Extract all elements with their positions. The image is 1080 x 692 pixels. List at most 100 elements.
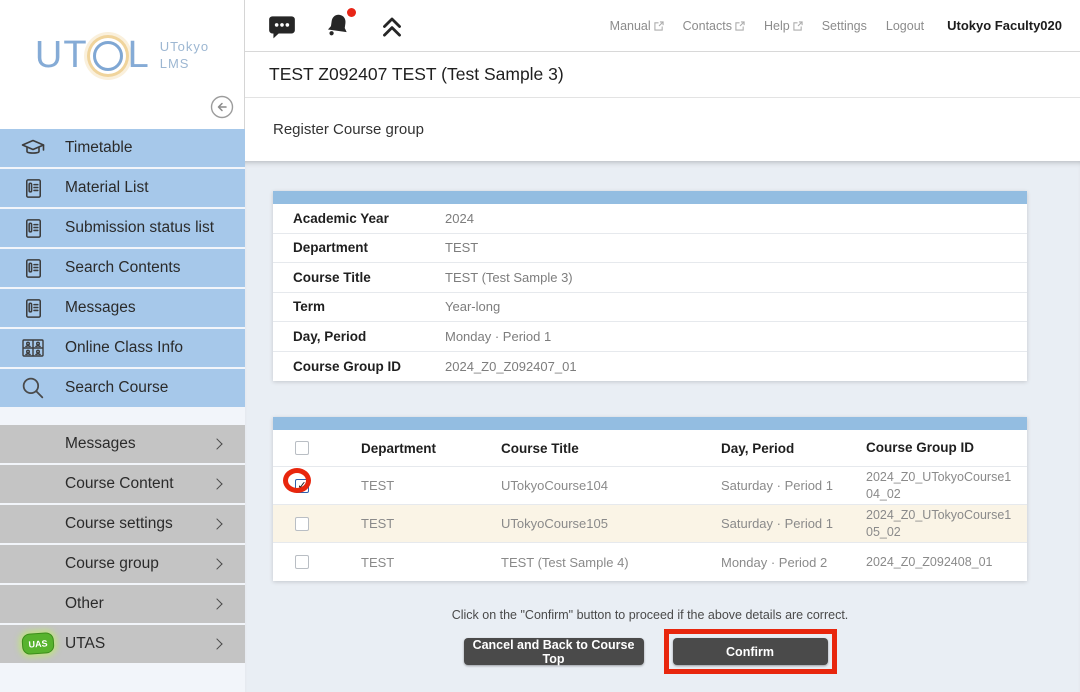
cell-course-title: UTokyoCourse105 bbox=[501, 516, 721, 531]
logo-o-ring bbox=[93, 41, 123, 71]
manual-link-label: Manual bbox=[610, 19, 651, 33]
logout-link[interactable]: Logout bbox=[886, 19, 924, 33]
table-header-bar bbox=[273, 191, 1027, 204]
sidebar-item-course-group[interactable]: Course group bbox=[0, 545, 245, 583]
sidebar-item-label: Search Course bbox=[65, 379, 168, 397]
clipboard-icon bbox=[19, 294, 47, 322]
sidebar-item-submission-status-list[interactable]: Submission status list bbox=[0, 209, 245, 247]
username[interactable]: Utokyo Faculty020 bbox=[947, 18, 1062, 33]
settings-link[interactable]: Settings bbox=[822, 19, 867, 33]
logo-subtitle: UTokyo LMS bbox=[160, 39, 209, 72]
sidebar-item-timetable[interactable]: Timetable bbox=[0, 129, 245, 167]
external-link-icon bbox=[735, 21, 745, 31]
detail-row: Course Title TEST (Test Sample 3) bbox=[273, 263, 1027, 293]
row-checkbox[interactable]: ✓ bbox=[295, 479, 309, 493]
detail-label: Academic Year bbox=[273, 211, 445, 226]
contacts-link[interactable]: Contacts bbox=[683, 19, 745, 33]
cell-department: TEST bbox=[361, 516, 501, 531]
table-row: TEST TEST (Test Sample 4) Monday · Perio… bbox=[273, 543, 1027, 581]
detail-row: Department TEST bbox=[273, 234, 1027, 264]
sidebar-nav: Timetable Material List Submission sta bbox=[0, 129, 245, 665]
search-icon bbox=[19, 374, 47, 402]
external-link-icon bbox=[793, 21, 803, 31]
graduation-cap-icon bbox=[19, 134, 47, 162]
course-header-bar: TEST Z092407 TEST (Test Sample 3) bbox=[245, 52, 1080, 98]
row-checkbox[interactable] bbox=[295, 555, 309, 569]
sidebar-collapse-button[interactable] bbox=[210, 95, 234, 119]
sidebar-item-material-list[interactable]: Material List bbox=[0, 169, 245, 207]
sidebar-item-utas[interactable]: UAS UTAS bbox=[0, 625, 245, 663]
sidebar-item-label: Online Class Info bbox=[65, 339, 183, 357]
sidebar-item-label: Material List bbox=[65, 179, 149, 197]
cell-department: TEST bbox=[361, 478, 501, 493]
detail-row: Course Group ID 2024_Z0_Z092407_01 bbox=[273, 352, 1027, 382]
sidebar-item-label: UTAS bbox=[65, 635, 105, 653]
column-header-department: Department bbox=[361, 441, 501, 456]
chat-icon[interactable] bbox=[267, 12, 297, 40]
cell-day-period: Monday · Period 2 bbox=[721, 555, 866, 570]
sidebar-item-messages[interactable]: Messages bbox=[0, 289, 245, 327]
chevron-right-icon bbox=[211, 598, 222, 609]
sidebar-item-search-course[interactable]: Search Course bbox=[0, 369, 245, 407]
chevron-right-icon bbox=[211, 518, 222, 529]
detail-label: Course Title bbox=[273, 270, 445, 285]
detail-label: Term bbox=[273, 299, 445, 314]
contacts-link-label: Contacts bbox=[683, 19, 732, 33]
sidebar-item-label: Messages bbox=[65, 435, 136, 453]
sidebar-secondary-nav: Messages Course Content Course settings … bbox=[0, 425, 245, 663]
chevron-right-icon bbox=[211, 558, 222, 569]
sidebar-item-course-settings[interactable]: Course settings bbox=[0, 505, 245, 543]
detail-row: Academic Year 2024 bbox=[273, 204, 1027, 234]
sidebar-item-online-class-info[interactable]: Online Class Info bbox=[0, 329, 245, 367]
cell-day-period: Saturday · Period 1 bbox=[721, 516, 866, 531]
sidebar-item-label: Search Contents bbox=[65, 259, 180, 277]
course-details-table: Academic Year 2024 Department TEST Cours… bbox=[273, 191, 1027, 381]
page-title: Register Course group bbox=[273, 121, 424, 138]
detail-value: TEST (Test Sample 3) bbox=[445, 270, 573, 285]
table-row: TEST UTokyoCourse105 Saturday · Period 1… bbox=[273, 505, 1027, 543]
manual-link[interactable]: Manual bbox=[610, 19, 664, 33]
logo-text-left: UT bbox=[35, 34, 88, 77]
content-area: Academic Year 2024 Department TEST Cours… bbox=[245, 161, 1080, 692]
detail-value: TEST bbox=[445, 240, 478, 255]
button-row: Cancel and Back to Course Top Confirm bbox=[273, 629, 1027, 674]
sidebar-item-other[interactable]: Other bbox=[0, 585, 245, 623]
detail-row: Term Year-long bbox=[273, 293, 1027, 323]
help-link-label: Help bbox=[764, 19, 790, 33]
clipboard-icon bbox=[19, 174, 47, 202]
sidebar-item-messages-menu[interactable]: Messages bbox=[0, 425, 245, 463]
cell-day-period: Saturday · Period 1 bbox=[721, 478, 866, 493]
notifications-bell-icon[interactable] bbox=[323, 11, 353, 41]
sidebar-item-label: Submission status list bbox=[65, 219, 214, 237]
sidebar-item-search-contents[interactable]: Search Contents bbox=[0, 249, 245, 287]
row-checkbox[interactable] bbox=[295, 517, 309, 531]
collapse-double-chevron-up-icon[interactable] bbox=[379, 12, 405, 40]
clipboard-icon bbox=[19, 214, 47, 242]
clipboard-icon bbox=[19, 254, 47, 282]
detail-label: Day, Period bbox=[273, 329, 445, 344]
utol-logo: UT L bbox=[35, 34, 150, 77]
sidebar-item-course-content[interactable]: Course Content bbox=[0, 465, 245, 503]
cancel-button[interactable]: Cancel and Back to Course Top bbox=[464, 638, 644, 665]
sidebar-item-label: Other bbox=[65, 595, 104, 613]
select-all-checkbox[interactable] bbox=[295, 441, 309, 455]
cell-course-group-id: 2024_Z0_UTokyoCourse104_02 bbox=[866, 469, 1027, 502]
sidebar-item-label: Course group bbox=[65, 555, 159, 573]
grid-people-icon bbox=[19, 334, 47, 362]
column-header-course-title: Course Title bbox=[501, 441, 721, 456]
table-header-bar bbox=[273, 417, 1027, 430]
logo-text-right: L bbox=[128, 34, 150, 77]
cell-course-group-id: 2024_Z0_Z092408_01 bbox=[866, 554, 1027, 570]
notification-dot bbox=[347, 8, 356, 17]
detail-value: Year-long bbox=[445, 299, 500, 314]
sidebar-item-label: Course Content bbox=[65, 475, 174, 493]
help-link[interactable]: Help bbox=[764, 19, 803, 33]
detail-label: Course Group ID bbox=[273, 359, 445, 374]
detail-row: Day, Period Monday · Period 1 bbox=[273, 322, 1027, 352]
detail-label: Department bbox=[273, 240, 445, 255]
detail-value: Monday · Period 1 bbox=[445, 329, 551, 344]
cell-department: TEST bbox=[361, 555, 501, 570]
logo-area: UT L UTokyo LMS bbox=[0, 0, 245, 129]
annotation-rectangle-confirm: Confirm bbox=[664, 629, 837, 674]
confirm-button[interactable]: Confirm bbox=[673, 638, 828, 665]
